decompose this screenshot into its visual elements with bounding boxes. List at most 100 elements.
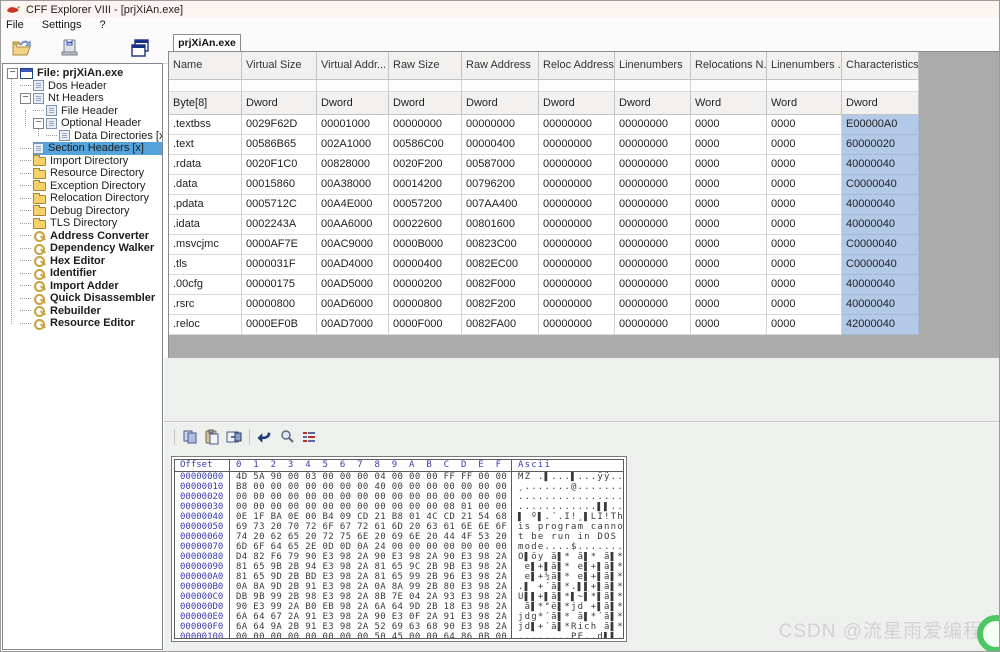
hex-row-00000000[interactable]: 000000004D 5A 90 00 03 00 00 00 04 00 00… bbox=[175, 472, 623, 482]
column-header-virtual-size[interactable]: Virtual Size bbox=[242, 52, 317, 80]
hex-bytes[interactable]: DB 9B 99 2B 98 E3 98 2A 8B 7E 04 2A 93 E… bbox=[230, 592, 512, 602]
tree-item-dependency-walker[interactable]: Dependency Walker bbox=[3, 242, 162, 255]
table-cell[interactable]: 0000 bbox=[767, 235, 842, 255]
table-cell[interactable]: E00000A0 bbox=[842, 115, 919, 135]
write-block-button[interactable] bbox=[223, 428, 245, 446]
table-cell[interactable]: 00022600 bbox=[389, 215, 462, 235]
table-cell[interactable] bbox=[691, 80, 767, 92]
hex-ascii[interactable]: Ô▌öy ã▌* ã▌* ã▌* bbox=[512, 552, 623, 562]
tree-item-rebuilder[interactable]: Rebuilder bbox=[3, 305, 162, 318]
table-cell[interactable]: Byte[8] bbox=[169, 92, 242, 115]
paste-button[interactable] bbox=[201, 428, 223, 446]
table-cell[interactable] bbox=[615, 80, 691, 92]
table-cell[interactable]: 0000 bbox=[767, 295, 842, 315]
table-cell[interactable]: 0082EC00 bbox=[462, 255, 539, 275]
tree-item-resource-editor[interactable]: Resource Editor bbox=[3, 317, 162, 330]
table-cell[interactable]: 00000000 bbox=[615, 195, 691, 215]
table-cell[interactable]: Dword bbox=[842, 92, 919, 115]
table-cell[interactable]: C0000040 bbox=[842, 255, 919, 275]
table-cell[interactable]: 00AA6000 bbox=[317, 215, 389, 235]
tree-item-relocation-directory[interactable]: Relocation Directory bbox=[3, 192, 162, 205]
table-cell[interactable]: 0000 bbox=[691, 295, 767, 315]
table-cell[interactable]: 00000000 bbox=[462, 115, 539, 135]
hex-bytes[interactable]: 74 20 62 65 20 72 75 6E 20 69 6E 20 44 4… bbox=[230, 532, 512, 542]
hex-bytes[interactable]: 6A 64 9A 2B 91 E3 98 2A 52 69 63 68 90 E… bbox=[230, 622, 512, 632]
table-cell[interactable]: 0000 bbox=[691, 235, 767, 255]
table-cell[interactable]: 00000000 bbox=[615, 235, 691, 255]
table-cell[interactable]: Word bbox=[767, 92, 842, 115]
table-cell[interactable]: 0082F000 bbox=[462, 275, 539, 295]
table-cell[interactable]: 0000B000 bbox=[389, 235, 462, 255]
table-cell[interactable]: 00A4E000 bbox=[317, 195, 389, 215]
hex-row-00000080[interactable]: 00000080D4 82 F6 79 90 E3 98 2A 90 E3 98… bbox=[175, 552, 623, 562]
table-cell[interactable]: C0000040 bbox=[842, 235, 919, 255]
table-cell[interactable]: 00000000 bbox=[615, 315, 691, 335]
table-cell[interactable] bbox=[169, 80, 242, 92]
table-cell[interactable]: 00000000 bbox=[615, 275, 691, 295]
tree-item-exception-directory[interactable]: Exception Directory bbox=[3, 180, 162, 193]
menu-item-settings[interactable]: Settings bbox=[33, 19, 91, 31]
hex-row-000000F0[interactable]: 000000F06A 64 9A 2B 91 E3 98 2A 52 69 63… bbox=[175, 622, 623, 632]
table-cell[interactable]: 00000000 bbox=[539, 195, 615, 215]
tree-item-quick-disassembler[interactable]: Quick Disassembler bbox=[3, 292, 162, 305]
column-header-linenumbers[interactable]: Linenumbers ... bbox=[767, 52, 842, 80]
hex-ascii[interactable]: ¸.......@....... bbox=[512, 482, 623, 492]
hex-bytes[interactable]: B8 00 00 00 00 00 00 00 40 00 00 00 00 0… bbox=[230, 482, 512, 492]
table-cell[interactable]: 00000800 bbox=[389, 295, 462, 315]
table-cell[interactable]: Dword bbox=[539, 92, 615, 115]
hex-row-000000D0[interactable]: 000000D090 E3 99 2A B0 EB 98 2A 6A 64 9D… bbox=[175, 602, 623, 612]
table-cell[interactable]: .rsrc bbox=[169, 295, 242, 315]
table-cell[interactable]: 0000 bbox=[767, 135, 842, 155]
table-cell[interactable] bbox=[317, 80, 389, 92]
search-button[interactable] bbox=[276, 428, 298, 446]
table-cell[interactable]: 42000040 bbox=[842, 315, 919, 335]
table-cell[interactable]: 00000000 bbox=[615, 295, 691, 315]
collapse-expander-icon[interactable]: − bbox=[33, 118, 44, 129]
hex-bytes[interactable]: 81 65 9D 2B BD E3 98 2A 81 65 99 2B 96 E… bbox=[230, 572, 512, 582]
table-cell[interactable]: 00000175 bbox=[242, 275, 317, 295]
table-cell[interactable]: 00A38000 bbox=[317, 175, 389, 195]
table-cell[interactable]: 60000020 bbox=[842, 135, 919, 155]
table-cell[interactable]: 0002243A bbox=[242, 215, 317, 235]
hex-bytes[interactable]: 00 00 00 00 00 00 00 00 50 45 00 00 64 8… bbox=[230, 632, 512, 639]
table-cell[interactable]: C0000040 bbox=[842, 175, 919, 195]
table-cell[interactable] bbox=[842, 80, 919, 92]
tree-item-hex-editor[interactable]: Hex Editor bbox=[3, 255, 162, 268]
table-cell[interactable]: 00000400 bbox=[389, 255, 462, 275]
table-cell[interactable]: 0000 bbox=[691, 155, 767, 175]
table-cell[interactable]: 40000040 bbox=[842, 155, 919, 175]
hex-bytes[interactable]: 90 E3 99 2A B0 EB 98 2A 6A 64 9D 2B 18 E… bbox=[230, 602, 512, 612]
table-cell[interactable]: 0005712C bbox=[242, 195, 317, 215]
hex-row-00000060[interactable]: 0000006074 20 62 65 20 72 75 6E 20 69 6E… bbox=[175, 532, 623, 542]
hex-bytes[interactable]: D4 82 F6 79 90 E3 98 2A 90 E3 98 2A 90 E… bbox=[230, 552, 512, 562]
table-cell[interactable]: 0000 bbox=[767, 115, 842, 135]
hex-bytes[interactable]: 6A 64 67 2A 91 E3 98 2A 90 E3 0F 2A 91 E… bbox=[230, 612, 512, 622]
hex-row-000000B0[interactable]: 000000B00A 8A 9D 2B 91 E3 98 2A 0A 8A 99… bbox=[175, 582, 623, 592]
table-cell[interactable]: Dword bbox=[389, 92, 462, 115]
table-cell[interactable]: 0000 bbox=[691, 275, 767, 295]
hex-ascii[interactable]: ▌ º▌.´.Í!¸▌LÍ!Th bbox=[512, 512, 623, 522]
table-cell[interactable]: 0082FA00 bbox=[462, 315, 539, 335]
table-cell[interactable]: 00000000 bbox=[539, 235, 615, 255]
table-cell[interactable]: 0000 bbox=[691, 135, 767, 155]
tab-prjxian-exe[interactable]: prjXiAn.exe bbox=[173, 34, 241, 51]
tree-item-section-headers-x[interactable]: Section Headers [x] bbox=[3, 142, 162, 155]
hex-ascii[interactable]: e▌+½ã▌* e▌+▌ã▌* bbox=[512, 572, 623, 582]
table-cell[interactable]: 0000AF7E bbox=[242, 235, 317, 255]
table-cell[interactable]: 0000 bbox=[691, 195, 767, 215]
table-cell[interactable]: Word bbox=[691, 92, 767, 115]
column-header-characteristics[interactable]: Characteristics bbox=[842, 52, 919, 80]
hex-bytes[interactable]: 0E 1F BA 0E 00 B4 09 CD 21 B8 01 4C CD 2… bbox=[230, 512, 512, 522]
table-cell[interactable]: 40000040 bbox=[842, 275, 919, 295]
hex-ascii[interactable]: .▌ +´ã▌*.▌▌+▌ã▌* bbox=[512, 582, 623, 592]
column-header-relocations-n[interactable]: Relocations N... bbox=[691, 52, 767, 80]
table-cell[interactable]: 0000031F bbox=[242, 255, 317, 275]
column-header-virtual-addr[interactable]: Virtual Addr... bbox=[317, 52, 389, 80]
table-cell[interactable]: 00000000 bbox=[539, 315, 615, 335]
column-header-name[interactable]: Name bbox=[169, 52, 242, 80]
tree-item-data-directories-x[interactable]: Data Directories [x] bbox=[3, 130, 162, 143]
hex-ascii[interactable]: Û▌▌+▌ã▌*▌~▌*▌ã▌* bbox=[512, 592, 623, 602]
table-cell[interactable]: 00828000 bbox=[317, 155, 389, 175]
table-cell[interactable]: .00cfg bbox=[169, 275, 242, 295]
hex-row-000000A0[interactable]: 000000A081 65 9D 2B BD E3 98 2A 81 65 99… bbox=[175, 572, 623, 582]
